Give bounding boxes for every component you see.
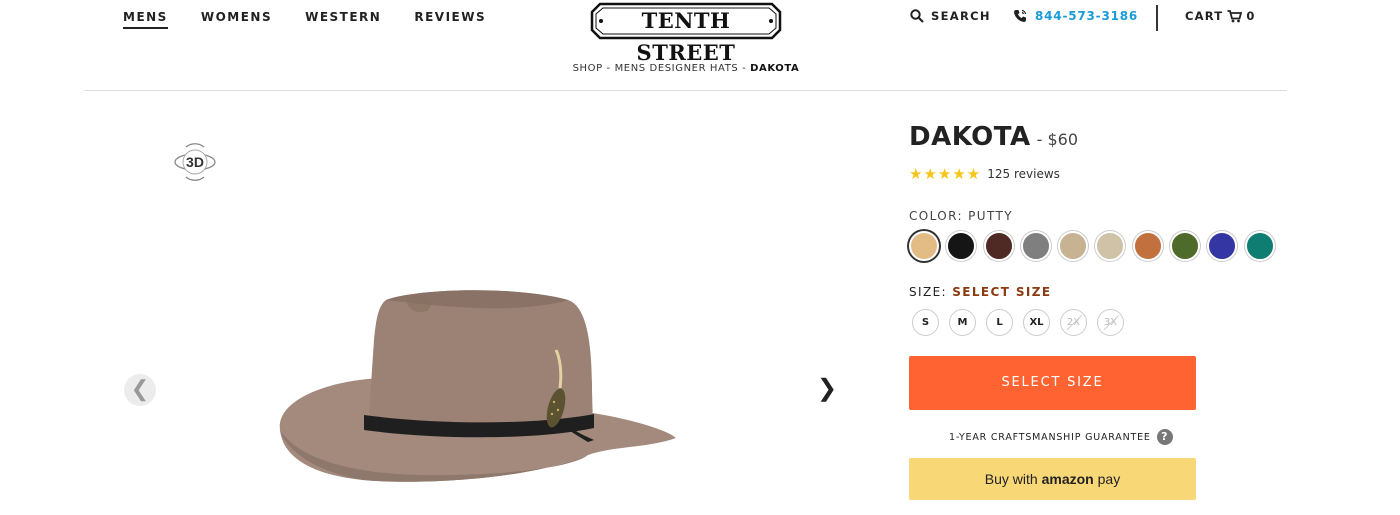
color-swatch[interactable]: [983, 231, 1014, 261]
color-value: PUTTY: [968, 209, 1013, 223]
size-option[interactable]: M: [949, 309, 976, 336]
review-count[interactable]: 125 reviews: [987, 167, 1060, 181]
help-icon[interactable]: ?: [1156, 429, 1173, 445]
cart-button[interactable]: CART 0: [1185, 9, 1256, 23]
product-rating[interactable]: ★★★★★ 125 reviews: [909, 165, 1060, 183]
color-swatch[interactable]: [1207, 231, 1238, 261]
size-option-list: S M L XL 2X 3X: [912, 309, 1124, 336]
select-size-button[interactable]: SELECT SIZE: [909, 356, 1196, 410]
nav-item-womens[interactable]: WOMENS: [201, 10, 272, 29]
breadcrumb: SHOP - MENS DESIGNER HATS - DAKOTA: [0, 63, 1372, 74]
badge-3d-text: 3D: [186, 154, 204, 170]
gallery-next-button[interactable]: ❯: [815, 374, 839, 406]
logo-text: TENTH STREET: [636, 8, 736, 65]
phone-icon: [1014, 9, 1027, 22]
size-label-text: SIZE:: [909, 285, 948, 299]
color-swatch[interactable]: [1244, 231, 1275, 261]
size-label: SIZE: SELECT SIZE: [909, 285, 1052, 299]
color-label-text: COLOR:: [909, 209, 963, 223]
header-rule: [85, 90, 1287, 91]
cart-label: CART: [1185, 9, 1224, 23]
color-swatch[interactable]: [1132, 231, 1163, 261]
size-value: SELECT SIZE: [952, 285, 1052, 299]
breadcrumb-separator: -: [602, 63, 615, 74]
nav-item-mens[interactable]: MENS: [123, 10, 168, 29]
breadcrumb-current: DAKOTA: [750, 63, 800, 74]
size-option: 3X: [1097, 309, 1124, 336]
main-nav: MENS WOMENS WESTERN REVIEWS: [123, 10, 519, 29]
color-swatch[interactable]: [1170, 231, 1201, 261]
product-price: - $60: [1036, 130, 1079, 149]
breadcrumb-separator: -: [738, 63, 751, 74]
site-logo[interactable]: TENTH STREET: [590, 2, 782, 65]
amazon-pay-button[interactable]: Buy with amazon pay: [909, 458, 1196, 500]
rating-stars: ★★★★★: [909, 166, 982, 183]
product-image: [268, 280, 680, 490]
phone-number: 844-573-3186: [1035, 9, 1139, 23]
rotate-3d-icon: 3D: [174, 143, 216, 181]
amazon-logo-text: amazon: [1041, 471, 1094, 487]
amazon-pay-prefix: Buy with: [984, 471, 1038, 487]
color-swatch[interactable]: [1058, 231, 1089, 261]
search-label: SEARCH: [931, 9, 991, 23]
amazon-pay-suffix: pay: [1097, 471, 1121, 487]
cart-icon: [1227, 9, 1243, 22]
color-swatch[interactable]: [909, 231, 939, 261]
size-option[interactable]: L: [986, 309, 1013, 336]
guarantee-text: 1-YEAR CRAFTSMANSHIP GUARANTEE: [949, 431, 1151, 443]
size-option[interactable]: S: [912, 309, 939, 336]
phone-link[interactable]: 844-573-3186: [1013, 9, 1138, 23]
size-option[interactable]: XL: [1023, 309, 1050, 336]
color-label: COLOR: PUTTY: [909, 209, 1013, 223]
product-title: DAKOTA - $60: [909, 122, 1078, 152]
view-3d-button[interactable]: 3D: [173, 140, 217, 184]
nav-item-reviews[interactable]: REVIEWS: [414, 10, 486, 29]
search-icon: [910, 9, 924, 23]
cart-count: 0: [1246, 9, 1256, 23]
size-option: 2X: [1060, 309, 1087, 336]
product-name: DAKOTA: [909, 122, 1031, 152]
color-swatch[interactable]: [1020, 231, 1051, 261]
nav-item-western[interactable]: WESTERN: [305, 10, 381, 29]
search-button[interactable]: SEARCH: [910, 9, 991, 23]
gallery-prev-button[interactable]: ❮: [124, 374, 156, 406]
breadcrumb-shop[interactable]: SHOP: [573, 63, 603, 74]
color-swatch-list: [909, 231, 1275, 261]
guarantee-info: 1-YEAR CRAFTSMANSHIP GUARANTEE ?: [949, 429, 1173, 445]
header-divider: [1156, 5, 1158, 31]
breadcrumb-category[interactable]: MENS DESIGNER HATS: [615, 63, 739, 74]
color-swatch[interactable]: [1095, 231, 1126, 261]
color-swatch[interactable]: [946, 231, 977, 261]
